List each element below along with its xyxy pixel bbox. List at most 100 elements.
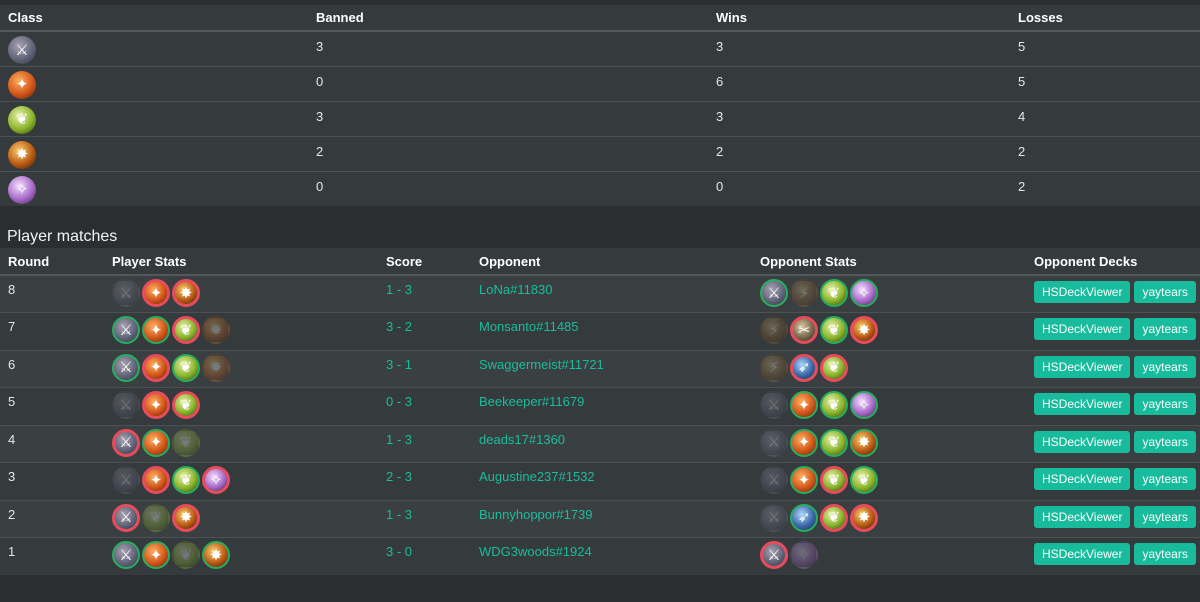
opponent-link[interactable]: Augustine237#1532 — [479, 469, 595, 484]
score-cell: 1 - 3 — [378, 425, 471, 463]
mage-icon: ✦ — [142, 428, 170, 457]
class-row: ✦ 0 6 5 — [0, 66, 1200, 101]
priest-icon: ✧ — [202, 466, 230, 494]
hsdeckviewer-button[interactable]: HSDeckViewer — [1034, 355, 1131, 378]
warrior-icon: ⚔ — [8, 36, 36, 64]
yaytears-button[interactable]: yaytears — [1134, 543, 1196, 565]
opponent-link[interactable]: LoNa#11830 — [479, 282, 553, 297]
hsdeckviewer-button[interactable]: HSDeckViewer — [1034, 430, 1131, 453]
score-cell: 3 - 1 — [378, 350, 471, 388]
warlock-icon: ✸ — [202, 541, 230, 569]
score-link[interactable]: 3 - 0 — [386, 544, 412, 559]
deck-buttons: HSDeckViewer yaytears — [1034, 391, 1196, 415]
matches-header-row: Round Player Stats Score Opponent Oppone… — [0, 248, 1200, 276]
opponent-link[interactable]: Swaggermeist#11721 — [479, 357, 604, 372]
class-row: ❦ 3 3 4 — [0, 101, 1200, 136]
score-link[interactable]: 3 - 2 — [386, 319, 412, 334]
section-title: Player matches — [7, 228, 118, 245]
druid-icon: ❦ — [8, 105, 36, 134]
hsdeckviewer-button[interactable]: HSDeckViewer — [1034, 543, 1131, 565]
warrior-icon: ⚔ — [760, 466, 788, 494]
druid-icon: ❦ — [820, 316, 848, 344]
hsdeckviewer-button[interactable]: HSDeckViewer — [1034, 318, 1131, 340]
shaman-icon: ⚡ — [760, 316, 788, 344]
score-link[interactable]: 0 - 3 — [386, 394, 412, 409]
opponent-stats-cell: ⚔ ✧ — [752, 538, 1026, 576]
yaytears-button[interactable]: yaytears — [1134, 355, 1196, 378]
player-class-icons: ⚔ ✦ ❦ — [112, 428, 370, 457]
player-class-icons: ⚔ ✦ ❦ — [112, 391, 370, 419]
yaytears-button[interactable]: yaytears — [1134, 281, 1196, 303]
yaytears-button[interactable]: yaytears — [1134, 430, 1196, 453]
hsdeckviewer-button[interactable]: HSDeckViewer — [1034, 468, 1131, 490]
round-number: 3 — [8, 469, 16, 484]
opponent-link[interactable]: Bunnyhoppor#1739 — [479, 507, 593, 522]
class-wins-value: 6 — [716, 73, 724, 89]
opponent-class-icons: ⚔ ⚡ ❦ ✧ — [760, 279, 1018, 307]
score-link[interactable]: 1 - 3 — [386, 282, 412, 297]
warrior-icon: ⚔ — [112, 279, 140, 307]
druid-icon: ❦ — [820, 279, 848, 307]
header-opponent-decks: Opponent Decks — [1026, 248, 1200, 276]
hsdeckviewer-button[interactable]: HSDeckViewer — [1034, 281, 1131, 303]
priest-icon: ✧ — [850, 279, 878, 307]
round-number: 2 — [8, 506, 16, 522]
warrior-icon: ⚔ — [112, 503, 140, 532]
yaytears-button[interactable]: yaytears — [1134, 393, 1196, 415]
score-link[interactable]: 1 - 3 — [386, 507, 412, 522]
opponent-cell: Bunnyhoppor#1739 — [471, 500, 752, 538]
opponent-stats-cell: ⚡ ➶ ❦ — [752, 350, 1026, 388]
class-banned-value: 3 — [316, 39, 324, 54]
druid-icon: ❦ — [172, 316, 200, 344]
deck-buttons: HSDeckViewer yaytears — [1034, 541, 1196, 565]
opponent-link[interactable]: WDG3woods#1924 — [479, 544, 592, 559]
mage-icon: ✦ — [142, 541, 170, 569]
opponent-cell: LoNa#11830 — [471, 275, 752, 313]
druid-icon: ❦ — [820, 428, 848, 457]
yaytears-button[interactable]: yaytears — [1134, 468, 1196, 490]
opponent-stats-cell: ⚡ ✂ ❦ ✸ — [752, 313, 1026, 351]
header-opponent: Opponent — [471, 248, 752, 276]
class-cell: ✸ — [0, 136, 308, 171]
deck-buttons: HSDeckViewer yaytears — [1034, 429, 1196, 453]
deck-buttons: HSDeckViewer yaytears — [1034, 279, 1196, 303]
class-wins-value: 3 — [716, 108, 724, 124]
druid-icon: ❦ — [850, 466, 878, 494]
opponent-class-icons: ⚡ ➶ ❦ — [760, 353, 1018, 382]
player-stats-cell: ⚔ ❦ ✸ — [104, 500, 378, 538]
opponent-cell: deads17#1360 — [471, 425, 752, 463]
warrior-icon: ⚔ — [112, 391, 140, 419]
warrior-icon: ⚔ — [112, 353, 140, 382]
druid-icon: ❦ — [172, 353, 200, 382]
class-stats-table: Class Banned Wins Losses ⚔ 3 3 5 ✦ 0 6 5 ❦ 3 3 4 ✸ 2 2… — [0, 5, 1200, 206]
shaman-icon: ⚡ — [790, 279, 818, 307]
match-row: 7 ⚔ ✦ ❦ ✸ 3 - 2 Monsanto#11485 ⚡ ✂ ❦ ✸ HSDeckViewer… — [0, 313, 1200, 351]
opponent-class-icons: ⚔ ✦ ❦ ✧ — [760, 391, 1018, 419]
yaytears-button[interactable]: yaytears — [1134, 505, 1196, 528]
score-cell: 1 - 3 — [378, 275, 471, 313]
shaman-icon: ⚡ — [760, 353, 788, 382]
header-opponent-stats: Opponent Stats — [752, 248, 1026, 276]
header-class: Class — [0, 5, 308, 32]
hsdeckviewer-button[interactable]: HSDeckViewer — [1034, 393, 1131, 415]
score-link[interactable]: 2 - 3 — [386, 469, 412, 484]
score-cell: 2 - 3 — [378, 463, 471, 501]
opponent-link[interactable]: deads17#1360 — [479, 432, 565, 447]
warrior-icon: ⚔ — [112, 466, 140, 494]
round-number: 7 — [8, 319, 16, 334]
class-banned-value: 0 — [316, 178, 324, 194]
class-row: ⚔ 3 3 5 — [0, 31, 1200, 66]
opponent-link[interactable]: Monsanto#11485 — [479, 319, 579, 334]
player-stats-cell: ⚔ ✦ ❦ — [104, 388, 378, 426]
score-link[interactable]: 3 - 1 — [386, 357, 412, 372]
class-cell: ❦ — [0, 101, 308, 136]
class-losses-value: 2 — [1018, 143, 1026, 159]
header-round: Round — [0, 248, 104, 276]
match-row: 4 ⚔ ✦ ❦ 1 - 3 deads17#1360 ⚔ ✦ ❦ ✸ HSDeckViewer yay… — [0, 425, 1200, 463]
opponent-link[interactable]: Beekeeper#11679 — [479, 394, 584, 409]
warrior-icon: ⚔ — [760, 428, 788, 457]
score-link[interactable]: 1 - 3 — [386, 432, 412, 447]
score-cell: 3 - 2 — [378, 313, 471, 351]
yaytears-button[interactable]: yaytears — [1134, 318, 1196, 340]
hsdeckviewer-button[interactable]: HSDeckViewer — [1034, 505, 1131, 528]
